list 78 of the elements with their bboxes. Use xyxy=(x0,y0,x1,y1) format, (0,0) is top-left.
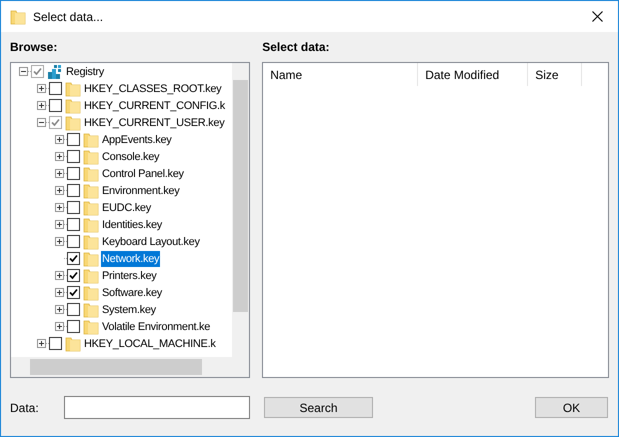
column-header[interactable]: Name xyxy=(263,63,418,86)
data-label: Data: xyxy=(10,400,40,416)
scrollbar-thumb[interactable] xyxy=(233,80,248,312)
column-header[interactable]: Date Modified xyxy=(418,63,528,86)
collapse-icon[interactable] xyxy=(19,67,28,76)
expand-icon[interactable] xyxy=(55,305,64,314)
folder-icon xyxy=(83,284,99,300)
tree-item[interactable]: Printers.key xyxy=(101,268,158,284)
checkbox[interactable] xyxy=(49,99,62,112)
tree-item[interactable]: Registry xyxy=(65,64,105,80)
expand-icon[interactable] xyxy=(37,84,46,93)
window-title: Select data... xyxy=(33,8,104,26)
checkbox[interactable] xyxy=(67,303,80,316)
horizontal-scrollbar[interactable] xyxy=(11,357,250,377)
expand-icon[interactable] xyxy=(37,101,46,110)
folder-icon xyxy=(83,132,99,148)
folder-icon xyxy=(65,98,81,114)
checkbox[interactable] xyxy=(49,82,62,95)
checkbox[interactable] xyxy=(67,235,80,248)
folder-icon xyxy=(83,318,99,334)
tree-item[interactable]: EUDC.key xyxy=(101,200,152,216)
tree-item[interactable]: HKEY_CURRENT_USER.key xyxy=(83,114,226,130)
expand-icon[interactable] xyxy=(55,135,64,144)
search-button[interactable]: Search xyxy=(264,397,373,418)
checkbox[interactable] xyxy=(49,337,62,350)
close-icon[interactable] xyxy=(592,11,603,22)
tree-item[interactable]: Control Panel.key xyxy=(101,166,185,182)
tree-item[interactable]: Software.key xyxy=(101,284,163,300)
folder-icon xyxy=(83,302,99,318)
expand-icon[interactable] xyxy=(55,220,64,229)
folder-icon xyxy=(83,250,99,266)
folder-icon xyxy=(65,114,81,130)
expand-icon[interactable] xyxy=(55,237,64,246)
folder-icon xyxy=(83,182,99,198)
tree-item[interactable]: Network.key xyxy=(101,250,160,266)
expand-icon[interactable] xyxy=(55,169,64,178)
checkbox[interactable] xyxy=(67,184,80,197)
checkbox[interactable] xyxy=(67,201,80,214)
checkbox[interactable] xyxy=(67,218,80,231)
checkbox[interactable] xyxy=(67,150,80,163)
tree-item[interactable]: HKEY_CLASSES_ROOT.key xyxy=(83,80,222,96)
collapse-icon[interactable] xyxy=(37,118,46,127)
folder-icon xyxy=(65,80,81,96)
tree-item[interactable]: HKEY_CURRENT_CONFIG.k xyxy=(83,98,226,114)
tree-item[interactable]: Console.key xyxy=(101,148,160,164)
data-input[interactable] xyxy=(64,396,250,419)
folder-icon xyxy=(10,8,26,24)
expand-icon[interactable] xyxy=(37,339,46,348)
checkbox[interactable] xyxy=(67,133,80,146)
folder-icon xyxy=(83,166,99,182)
registry-icon xyxy=(47,64,63,80)
checkbox[interactable] xyxy=(67,167,80,180)
browse-label: Browse: xyxy=(10,40,58,56)
vertical-scrollbar[interactable] xyxy=(232,63,250,357)
tree-item[interactable]: Environment.key xyxy=(101,182,180,198)
folder-icon xyxy=(65,336,81,352)
folder-icon xyxy=(83,268,99,284)
tree-item[interactable]: HKEY_LOCAL_MACHINE.k xyxy=(83,336,217,352)
tree-item[interactable]: AppEvents.key xyxy=(101,132,172,148)
expand-icon[interactable] xyxy=(55,288,64,297)
ok-button[interactable]: OK xyxy=(535,397,608,418)
tree-item[interactable]: Volatile Environment.ke xyxy=(101,318,212,334)
tree-item[interactable]: Keyboard Layout.key xyxy=(101,234,201,250)
folder-icon xyxy=(83,216,99,232)
column-header[interactable]: Size xyxy=(528,63,582,86)
folder-icon xyxy=(83,148,99,164)
folder-icon xyxy=(83,200,99,216)
folder-icon xyxy=(83,234,99,250)
expand-icon[interactable] xyxy=(55,203,64,212)
checkbox[interactable] xyxy=(67,320,80,333)
tree-item[interactable]: System.key xyxy=(101,302,157,318)
tree-item[interactable]: Identities.key xyxy=(101,216,164,232)
expand-icon[interactable] xyxy=(55,186,64,195)
scrollbar-thumb[interactable] xyxy=(30,359,202,375)
select-data-label: Select data: xyxy=(262,40,331,56)
expand-icon[interactable] xyxy=(55,152,64,161)
expand-icon[interactable] xyxy=(55,271,64,280)
expand-icon[interactable] xyxy=(55,322,64,331)
